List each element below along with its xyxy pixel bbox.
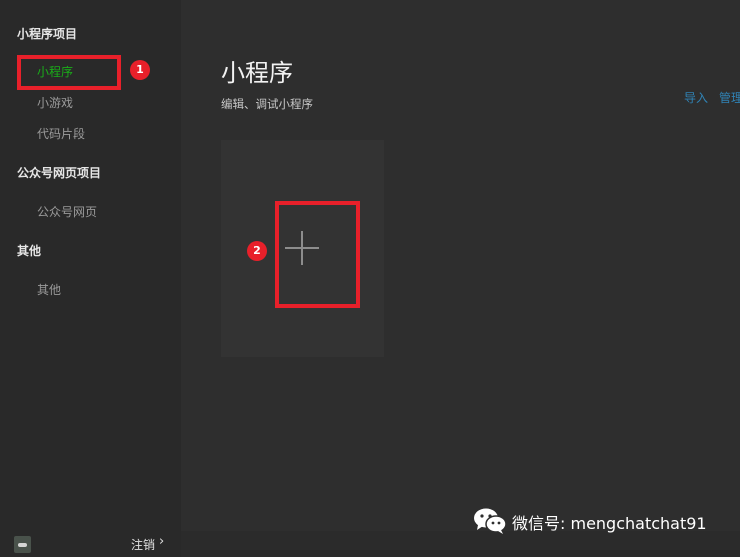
sidebar-footer: 注销 › bbox=[0, 534, 181, 557]
sidebar-item-code-snippet[interactable]: 代码片段 bbox=[37, 125, 85, 142]
annotation-badge-1: 1 bbox=[130, 60, 150, 80]
sidebar-item-minigame[interactable]: 小游戏 bbox=[37, 94, 73, 111]
section-title-other: 其他 bbox=[17, 244, 42, 258]
chevron-right-icon[interactable]: › bbox=[159, 534, 164, 549]
annotation-box-2 bbox=[275, 201, 360, 308]
annotation-box-1 bbox=[17, 55, 121, 90]
manage-link[interactable]: 管理 bbox=[719, 89, 740, 106]
annotation-badge-2: 2 bbox=[247, 241, 267, 261]
page-title: 小程序 bbox=[221, 59, 293, 87]
wechat-icon bbox=[474, 508, 507, 534]
import-link[interactable]: 导入 bbox=[684, 89, 708, 106]
section-title-miniprogram: 小程序项目 bbox=[17, 27, 78, 41]
section-title-official-account: 公众号网页项目 bbox=[17, 166, 102, 180]
sidebar-item-other[interactable]: 其他 bbox=[37, 281, 61, 298]
page-subtitle: 编辑、调试小程序 bbox=[221, 97, 313, 111]
avatar-icon[interactable] bbox=[14, 536, 31, 553]
watermark-text: 微信号: mengchatchat91 bbox=[512, 514, 707, 533]
sidebar-item-official-web[interactable]: 公众号网页 bbox=[37, 203, 97, 220]
logout-button[interactable]: 注销 bbox=[131, 536, 155, 553]
bottom-strip bbox=[181, 531, 740, 557]
